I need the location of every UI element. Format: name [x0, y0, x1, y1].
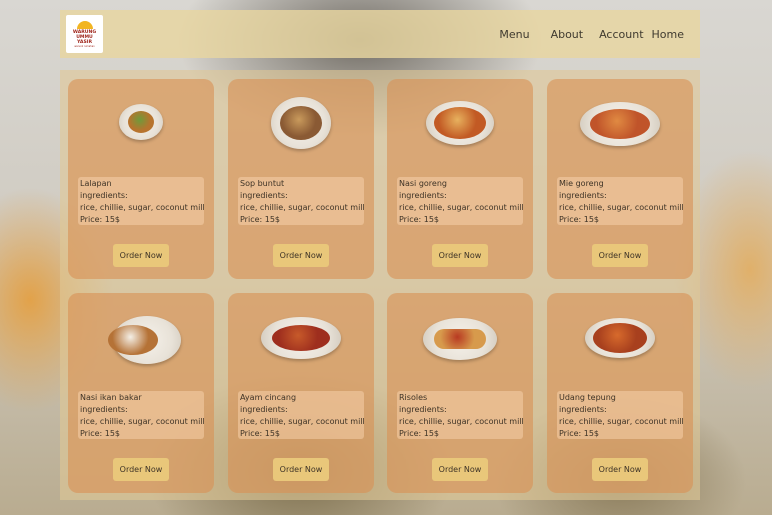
nav-link-menu[interactable]: Menu [499, 28, 529, 41]
dish-info: Nasi goreng ingredients: rice, chillie, … [397, 177, 523, 225]
dish-ingredients: rice, chillie, sugar, coconut milk [240, 417, 364, 426]
dish-info: Lalapan ingredients: rice, chillie, suga… [78, 177, 204, 225]
dish-name: Nasi ikan bakar [80, 393, 142, 402]
dish-ingredients: rice, chillie, sugar, coconut milk [80, 417, 204, 426]
order-now-button[interactable]: Order Now [432, 244, 488, 267]
dish-name: Mie goreng [559, 179, 604, 188]
dish-info: Udang tepung ingredients: rice, chillie,… [557, 391, 683, 439]
dish-ingredients-label: ingredients: [240, 191, 288, 200]
menu-card: Ayam cincang ingredients: rice, chillie,… [228, 293, 374, 493]
dish-info: Mie goreng ingredients: rice, chillie, s… [557, 177, 683, 225]
logo-text: WARUNG UMMU YASIR [72, 29, 97, 45]
menu-card: Udang tepung ingredients: rice, chillie,… [547, 293, 693, 493]
order-now-button[interactable]: Order Now [273, 244, 329, 267]
dish-ingredients: rice, chillie, sugar, coconut milk [399, 417, 523, 426]
dish-image [270, 95, 332, 151]
menu-card: Nasi goreng ingredients: rice, chillie, … [387, 79, 533, 279]
dish-name: Risoles [399, 393, 428, 402]
dish-ingredients-label: ingredients: [399, 405, 447, 414]
dish-name: Lalapan [80, 179, 112, 188]
order-now-button[interactable]: Order Now [273, 458, 329, 481]
dish-ingredients: rice, chillie, sugar, coconut milk [80, 203, 204, 212]
dish-price: Price: 15$ [80, 429, 121, 438]
dish-ingredients: rice, chillie, sugar, coconut milk [559, 417, 683, 426]
nav-link-about[interactable]: About [551, 28, 584, 41]
menu-card: Lalapan ingredients: rice, chillie, suga… [68, 79, 214, 279]
brand-logo[interactable]: WARUNG UMMU YASIR warunk rumahan [66, 15, 103, 53]
dish-info: Sop buntut ingredients: rice, chillie, s… [238, 177, 364, 225]
dish-image [101, 311, 182, 369]
menu-card: Sop buntut ingredients: rice, chillie, s… [228, 79, 374, 279]
dish-price: Price: 15$ [240, 215, 281, 224]
dish-price: Price: 15$ [559, 429, 600, 438]
dish-ingredients-label: ingredients: [240, 405, 288, 414]
dish-ingredients: rice, chillie, sugar, coconut milk [559, 203, 683, 212]
menu-card: Mie goreng ingredients: rice, chillie, s… [547, 79, 693, 279]
order-now-button[interactable]: Order Now [592, 458, 648, 481]
dish-image [260, 315, 342, 361]
dish-price: Price: 15$ [240, 429, 281, 438]
nav-links: Menu About Account Home [499, 28, 684, 41]
nav-link-account[interactable]: Account [599, 28, 643, 41]
order-now-button[interactable]: Order Now [592, 244, 648, 267]
dish-image [579, 101, 661, 147]
dish-name: Ayam cincang [240, 393, 297, 402]
dish-name: Udang tepung [559, 393, 616, 402]
dish-info: Nasi ikan bakar ingredients: rice, chill… [78, 391, 204, 439]
dish-price: Price: 15$ [80, 215, 121, 224]
dish-price: Price: 15$ [399, 215, 440, 224]
dish-image [584, 315, 656, 361]
dish-price: Price: 15$ [399, 429, 440, 438]
dish-ingredients-label: ingredients: [559, 405, 607, 414]
dish-info: Risoles ingredients: rice, chillie, suga… [397, 391, 523, 439]
dish-name: Nasi goreng [399, 179, 447, 188]
menu-grid: Lalapan ingredients: rice, chillie, suga… [60, 70, 700, 500]
dish-ingredients-label: ingredients: [399, 191, 447, 200]
menu-card: Risoles ingredients: rice, chillie, suga… [387, 293, 533, 493]
dish-price: Price: 15$ [559, 215, 600, 224]
nav-link-home[interactable]: Home [652, 28, 684, 41]
dish-name: Sop buntut [240, 179, 285, 188]
dish-ingredients-label: ingredients: [80, 405, 128, 414]
top-navbar: WARUNG UMMU YASIR warunk rumahan Menu Ab… [60, 10, 700, 58]
order-now-button[interactable]: Order Now [113, 244, 169, 267]
menu-card: Nasi ikan bakar ingredients: rice, chill… [68, 293, 214, 493]
dish-ingredients-label: ingredients: [559, 191, 607, 200]
logo-tagline: warunk rumahan [74, 44, 95, 48]
logo-sun-icon [76, 20, 93, 29]
dish-ingredients: rice, chillie, sugar, coconut milk [399, 203, 523, 212]
dish-ingredients-label: ingredients: [80, 191, 128, 200]
dish-image [425, 99, 495, 147]
dish-info: Ayam cincang ingredients: rice, chillie,… [238, 391, 364, 439]
dish-image [116, 99, 166, 145]
order-now-button[interactable]: Order Now [113, 458, 169, 481]
order-now-button[interactable]: Order Now [432, 458, 488, 481]
dish-ingredients: rice, chillie, sugar, coconut milk [240, 203, 364, 212]
dish-image [422, 313, 498, 365]
